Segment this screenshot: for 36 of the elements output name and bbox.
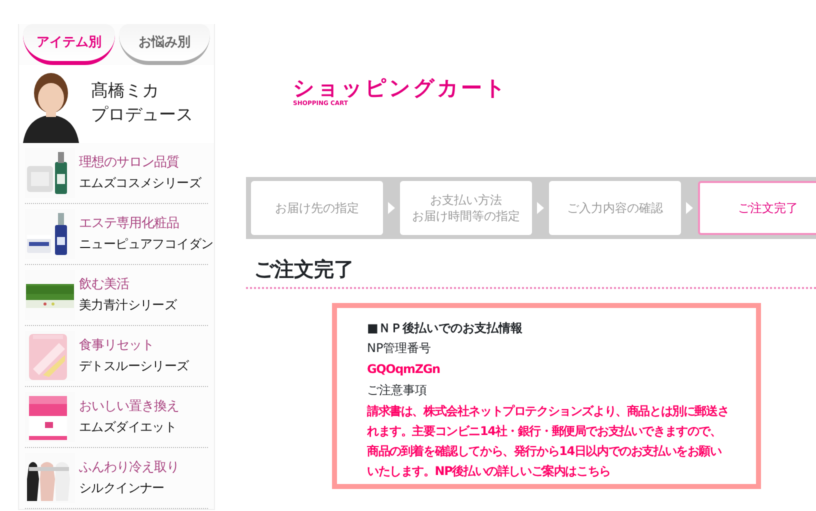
info-label: NP管理番号: [367, 340, 432, 356]
product-link[interactable]: おいしい置き換え エムズダイエット: [25, 387, 208, 448]
product-name: シルクインナー: [79, 479, 166, 497]
category-tab[interactable]: アイテム別: [23, 24, 114, 65]
arrow-icon: [537, 202, 544, 214]
step-label: お届け時間等の指定: [412, 208, 520, 224]
arrow-icon: [388, 202, 395, 214]
step-label: お支払い方法: [430, 192, 502, 208]
info-label: ご注意事項: [367, 382, 428, 398]
step-label: ご注文完了: [738, 200, 798, 216]
category-tab[interactable]: お悩み別: [118, 24, 210, 65]
product-link[interactable]: 理想のサロン品質 エムズコスメシリーズ: [25, 143, 208, 204]
product-link[interactable]: 飲む美活 美力青汁シリーズ: [25, 265, 208, 326]
product-tagline: 食事リセット: [79, 337, 155, 355]
arrow-icon: [686, 202, 693, 214]
logo-title: ショッピングカート: [293, 76, 508, 100]
product-link[interactable]: ふんわり冷え取り シルクインナー: [25, 448, 208, 509]
step-label: ご入力内容の確認: [567, 200, 663, 216]
product-tagline: 飲む美活: [79, 276, 130, 294]
product-name: ニューピュアフコイダン: [79, 235, 214, 253]
info-value: 請求書は、株式会社ネットプロテクションズより、商品とは別に郵送されます。主要コンビニ14社・銀行・郵便局でお支払いできますので、商品の到着を確認してから、発行から14日以内でのお支払いをお願いいたします。NP後払いの詳しいご案内はこちら: [367, 403, 730, 480]
product-name: デトスルーシリーズ: [79, 357, 189, 375]
page-title: ご注文完了: [246, 239, 816, 289]
producer-caption: プロデュース: [91, 104, 193, 127]
info-heading: ■ＮＰ後払いでのお支払情報: [367, 320, 524, 336]
product-name: エムズダイエット: [79, 418, 178, 436]
product-tagline: ふんわり冷え取り: [79, 459, 179, 477]
product-name: 美力青汁シリーズ: [79, 296, 177, 314]
product-link[interactable]: 食事リセット デトスルーシリーズ: [25, 326, 208, 387]
product-tagline: エステ専用化粧品: [79, 215, 180, 233]
info-value: GQOqmZGn: [367, 361, 441, 378]
product-name: エムズコスメシリーズ: [79, 174, 202, 192]
product-tagline: 理想のサロン品質: [79, 154, 180, 172]
product-tagline: おいしい置き換え: [79, 398, 179, 416]
producer-name: 髙橋ミカ: [91, 80, 160, 103]
step-label: お届け先の指定: [275, 200, 359, 216]
